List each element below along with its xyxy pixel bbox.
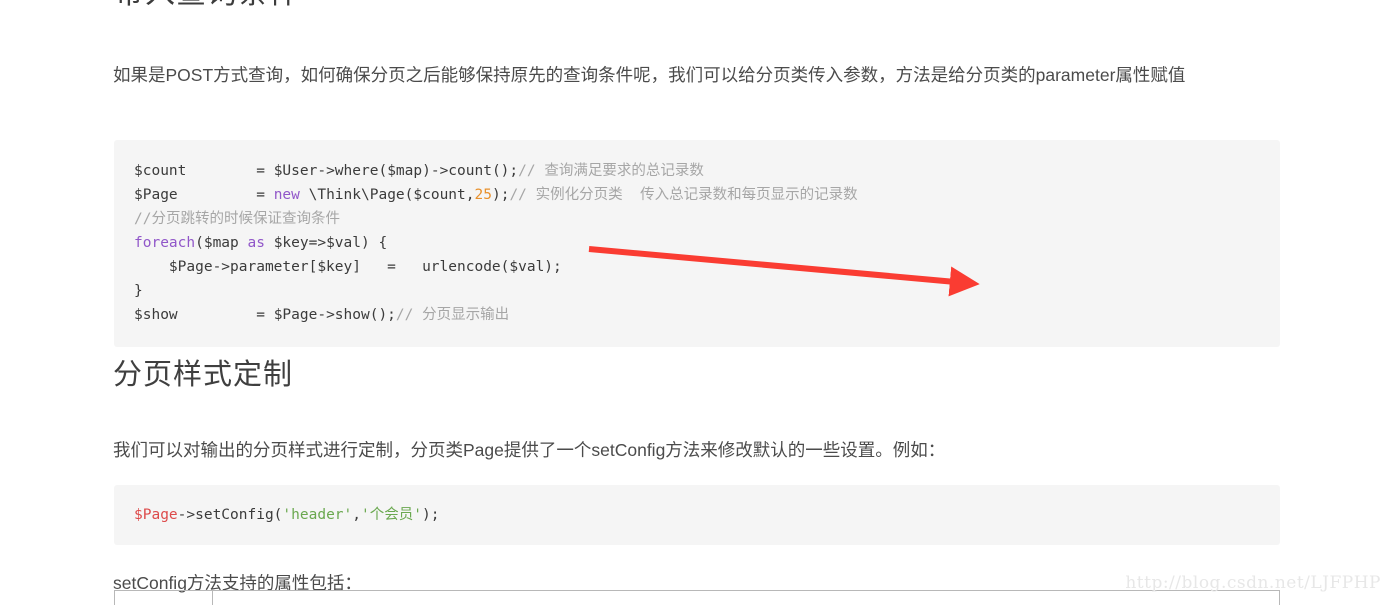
code-block-pagination: $count = $User->where($map)->count();// … <box>114 139 1280 347</box>
code-token: ); <box>421 506 440 523</box>
code-token: ); <box>491 186 510 203</box>
attribute-table <box>114 590 1280 605</box>
code-token: $Page <box>134 506 178 523</box>
code-token: $User->where($map)->count(); <box>273 162 519 179</box>
code-block-setconfig: $Page->setConfig('header','个会员'); <box>114 484 1280 545</box>
table-cell-name <box>114 590 213 605</box>
code-token: } <box>134 282 143 299</box>
code-token: = <box>177 186 274 203</box>
article-page: 带入查询条件 如果是POST方式查询，如何确保分页之后能够保持原先的查询条件呢，… <box>0 0 1387 605</box>
code-token: = <box>186 162 274 179</box>
code-token: $Page->show(); <box>273 306 396 323</box>
code-token: 25 <box>474 186 492 203</box>
code-token: // 实例化分页类 传入总记录数和每页显示的记录数 <box>509 186 858 203</box>
attribute-table-body <box>114 590 1280 605</box>
code-token: = <box>177 306 274 323</box>
paragraph-intro: 如果是POST方式查询，如何确保分页之后能够保持原先的查询条件呢，我们可以给分页… <box>113 64 1186 85</box>
watermark-url: http://blog.csdn.net/LJFPHP <box>1125 573 1381 593</box>
code-token: $Page <box>134 186 178 203</box>
code-token: '个会员' <box>361 506 422 523</box>
code-token: ->setConfig( <box>177 506 283 523</box>
section-heading-pagination-style: 分页样式定制 <box>113 359 294 391</box>
code-token: \Think\Page($count, <box>299 186 475 203</box>
code-token: foreach <box>134 234 196 251</box>
code-token: as <box>247 234 265 251</box>
code-token: , <box>352 506 361 523</box>
code-token: $key=>$val) { <box>264 234 388 251</box>
code-token: //分页跳转的时候保证查询条件 <box>134 210 340 227</box>
paragraph-style-intro: 我们可以对输出的分页样式进行定制，分页类Page提供了一个setConfig方法… <box>113 439 946 460</box>
code-token: $count <box>134 162 187 179</box>
page-heading-cutoff: 带入查询条件 <box>114 0 300 14</box>
code-token: // 查询满足要求的总记录数 <box>518 162 704 179</box>
code-token: $Page->parameter[$key] = urlencode($val)… <box>134 258 562 275</box>
code-token: ($map <box>195 234 248 251</box>
table-row <box>114 590 1280 605</box>
code-token: new <box>273 186 300 203</box>
code-token: 'header' <box>282 506 353 523</box>
code-token: $show <box>134 306 178 323</box>
table-cell-desc <box>212 590 1280 605</box>
code-token: // 分页显示输出 <box>395 306 510 323</box>
